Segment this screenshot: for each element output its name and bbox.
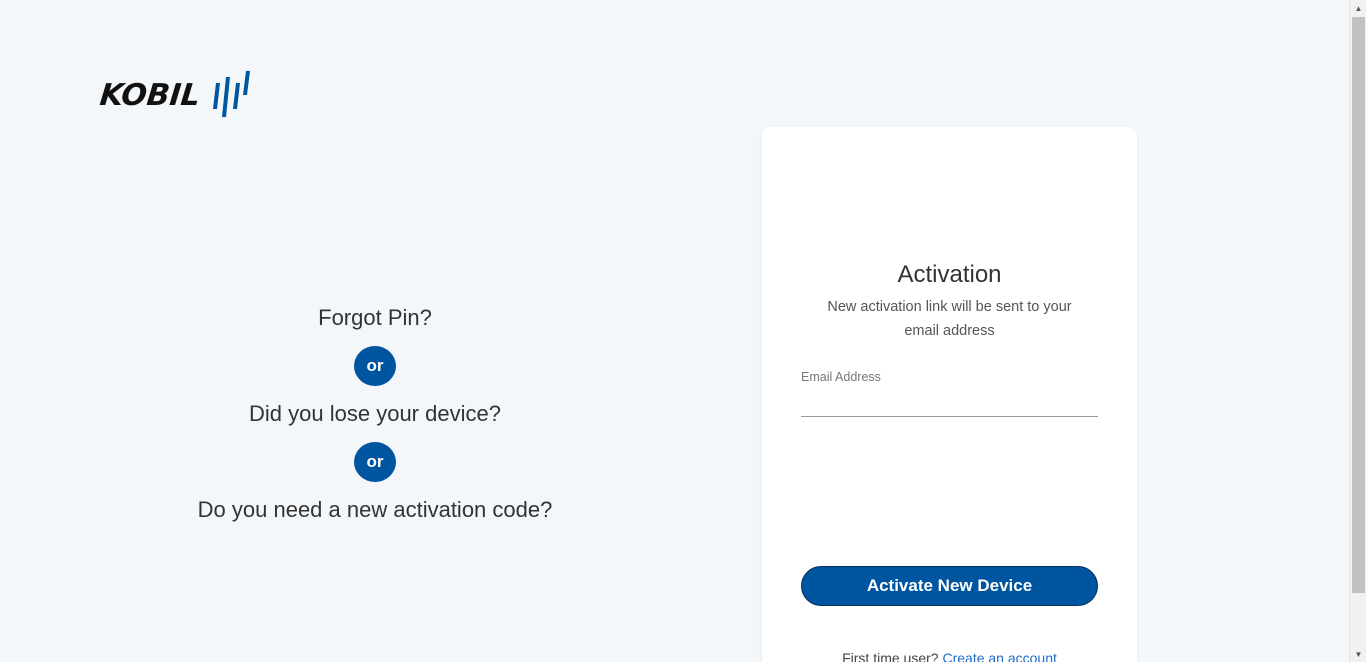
activation-card: Activation New activation link will be s… [762, 127, 1137, 662]
forgot-pin-text: Forgot Pin? [318, 305, 432, 330]
new-activation-code-text: Do you need a new activation code? [197, 497, 553, 522]
vertical-scrollbar[interactable]: ▲ ▼ [1349, 0, 1366, 662]
create-account-link[interactable]: Create an account [942, 650, 1056, 662]
or-badge: or [354, 346, 396, 386]
options-panel: Forgot Pin? or Did you lose your device?… [175, 300, 575, 528]
scroll-up-icon[interactable]: ▲ [1350, 0, 1366, 16]
kobil-mark-icon [212, 71, 250, 117]
email-field[interactable] [801, 389, 1098, 417]
page: KOBIL Forgot Pin? or Did you lose your d… [0, 0, 1349, 662]
activate-new-device-button[interactable]: Activate New Device [801, 566, 1098, 606]
lost-device-text: Did you lose your device? [249, 401, 501, 426]
logo-text: KOBIL [98, 77, 202, 113]
scroll-down-icon[interactable]: ▼ [1350, 646, 1366, 662]
email-label: Email Address [801, 370, 881, 384]
card-subtitle: New activation link will be sent to your… [827, 299, 1072, 339]
first-time-user: First time user? Create an account [762, 650, 1137, 662]
scroll-thumb[interactable] [1352, 17, 1365, 593]
or-badge: or [354, 442, 396, 482]
card-title: Activation [897, 261, 1002, 288]
first-time-text: First time user? [842, 650, 939, 662]
kobil-logo: KOBIL [98, 68, 250, 122]
